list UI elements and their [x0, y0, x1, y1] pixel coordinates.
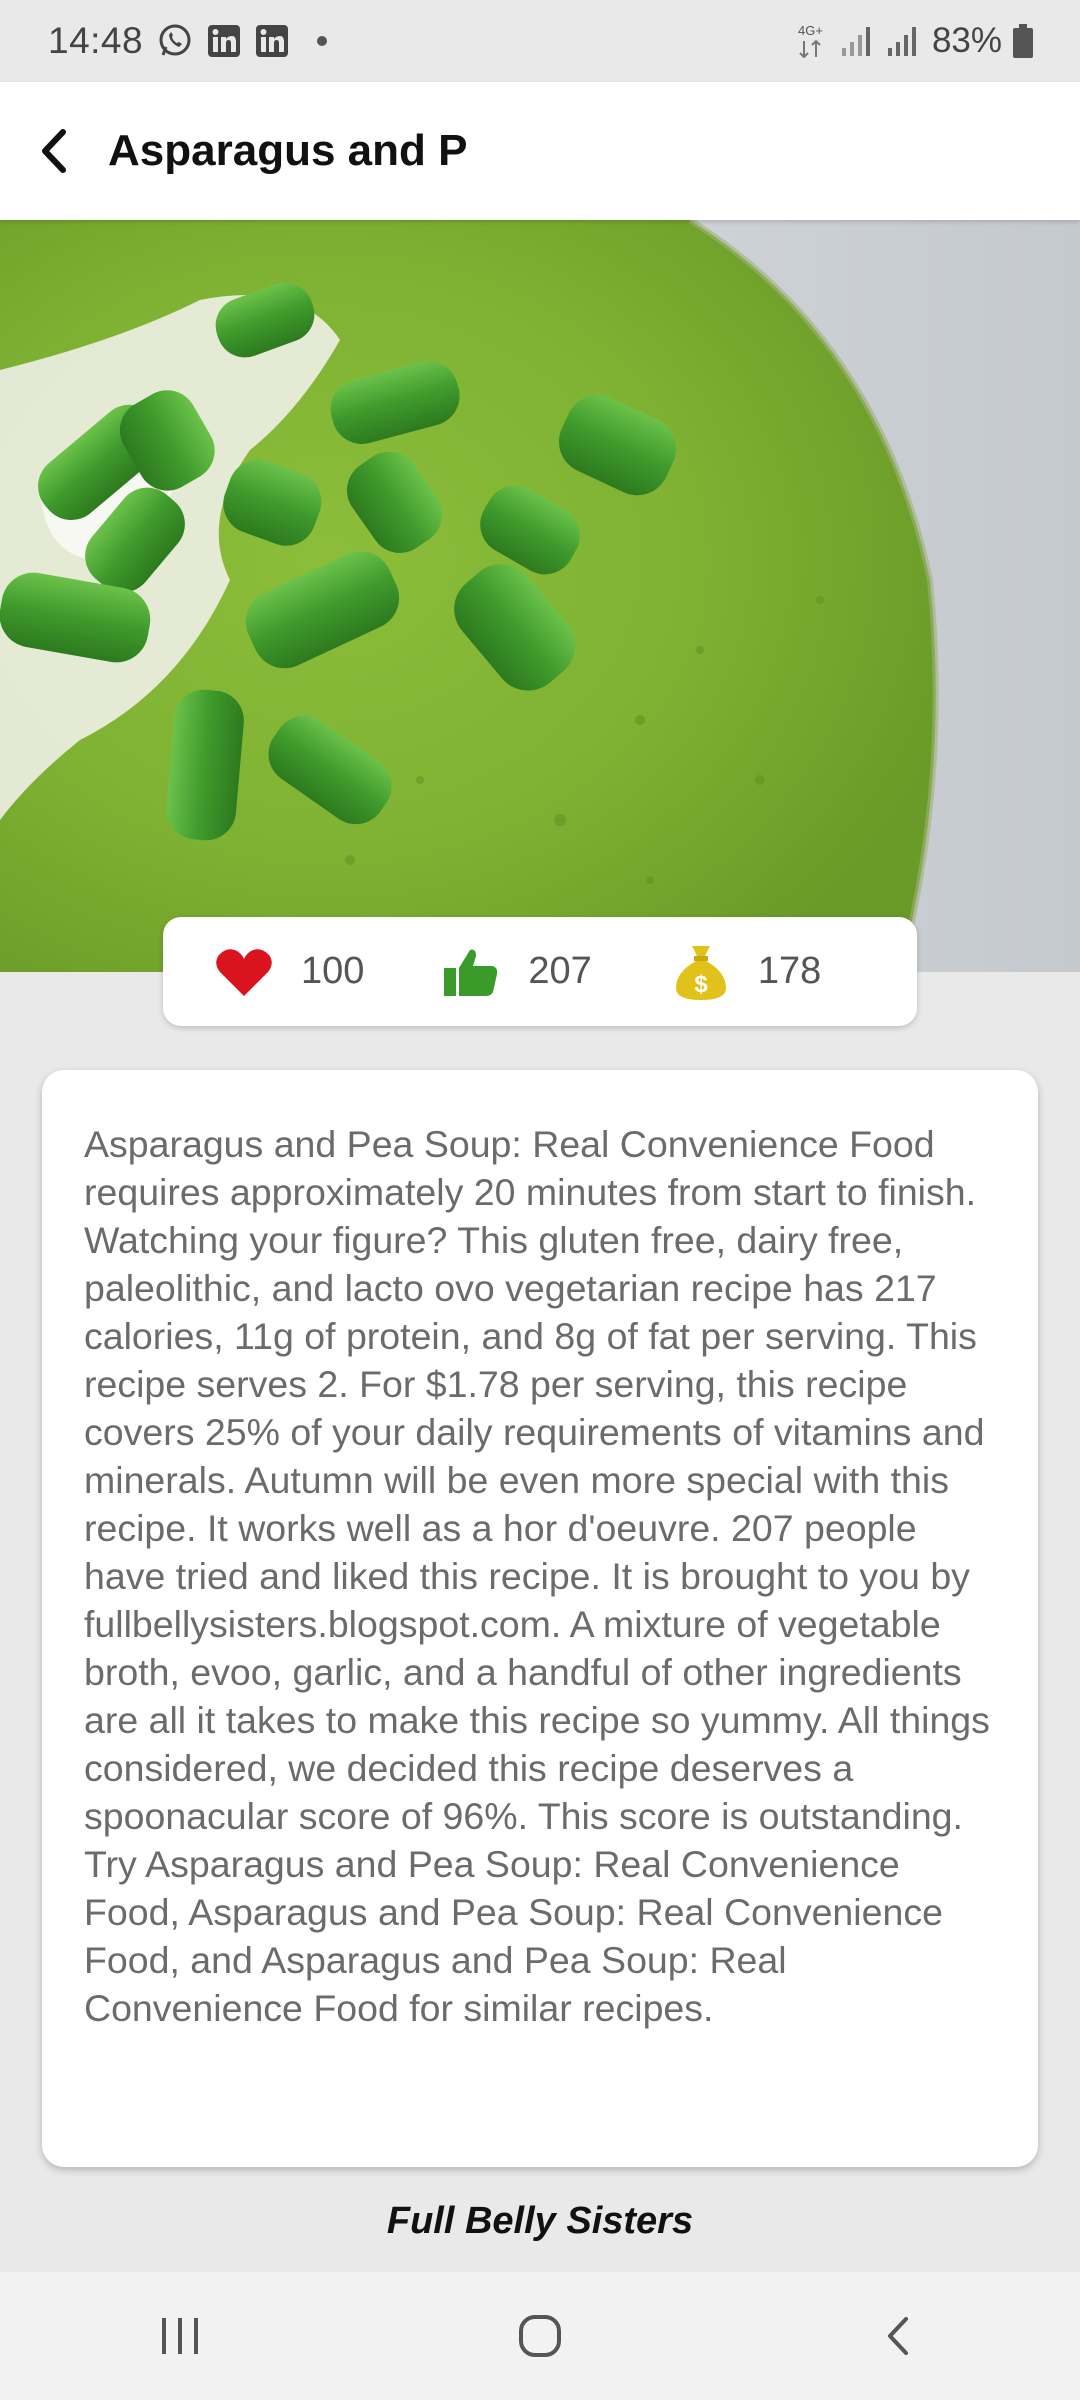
chevron-left-icon: [42, 129, 66, 173]
recent-apps-button[interactable]: [100, 2286, 260, 2386]
signal-icon: [840, 24, 876, 58]
favorites-count: 100: [301, 950, 365, 992]
svg-text:4G+: 4G+: [798, 23, 823, 38]
system-back-button[interactable]: [820, 2286, 980, 2386]
home-button[interactable]: [460, 2286, 620, 2386]
likes-count: 207: [528, 950, 592, 992]
system-nav-bar: [0, 2272, 1080, 2400]
thumbs-up-icon: [442, 946, 500, 998]
recipe-image: [0, 220, 1080, 972]
svg-text:$: $: [694, 971, 708, 998]
battery-icon: [1012, 23, 1034, 59]
status-bar: 14:48 4G+ 83%: [0, 0, 1080, 82]
price-value: 178: [757, 950, 822, 992]
status-right: 4G+ 83%: [796, 21, 1034, 61]
status-left: 14:48: [48, 20, 328, 62]
linkedin-icon: [255, 24, 289, 58]
status-time: 14:48: [48, 20, 144, 61]
favorites-stat[interactable]: 100: [215, 946, 364, 998]
home-icon: [519, 2315, 561, 2357]
likes-stat[interactable]: 207: [442, 946, 592, 998]
back-button[interactable]: [0, 82, 110, 220]
back-icon: [888, 2317, 908, 2355]
recent-apps-icon: [162, 2318, 198, 2354]
page-title: Asparagus and P: [108, 126, 468, 175]
battery-percent: 83%: [931, 21, 1002, 60]
stats-card: 100 207 $ 178: [163, 917, 917, 1026]
linkedin-icon: [207, 24, 241, 58]
recipe-source[interactable]: Full Belly Sisters: [0, 2200, 1080, 2243]
whatsapp-icon: [157, 23, 193, 59]
network-4g-icon: 4G+: [796, 21, 830, 61]
money-bag-icon: $: [672, 942, 730, 1002]
price-stat[interactable]: $ 178: [672, 942, 821, 1002]
recipe-summary: Asparagus and Pea Soup: Real Convenience…: [84, 1123, 990, 2029]
notification-dot-icon: [317, 36, 328, 46]
signal-icon: [886, 24, 922, 58]
description-card: Asparagus and Pea Soup: Real Convenience…: [42, 1070, 1038, 2167]
app-bar: Asparagus and P: [0, 82, 1080, 220]
heart-icon: [215, 946, 273, 998]
